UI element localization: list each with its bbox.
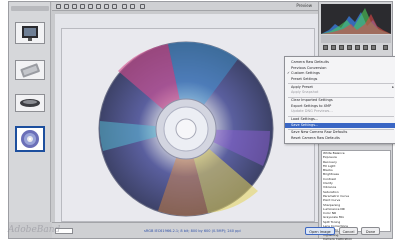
rotate-left-icon[interactable]	[122, 4, 127, 9]
menu-item[interactable]: Save Settings...	[285, 122, 395, 128]
menu-item-label: Load Settings...	[291, 117, 319, 121]
color-sampler-icon[interactable]	[80, 4, 85, 9]
settings-menu-icon[interactable]	[383, 45, 388, 50]
hand-icon[interactable]	[64, 4, 69, 9]
image-canvas[interactable]	[55, 14, 318, 222]
histogram	[321, 4, 391, 34]
split-toning-tab-icon[interactable]	[355, 45, 360, 50]
menu-item-label: Clear Imported Settings	[291, 98, 333, 102]
menu-item-label: Previous Conversion	[291, 65, 327, 70]
workflow-options-link[interactable]: sRGB IEC61966-2.1; 8 bit; 800 by 600 (0.…	[144, 229, 241, 233]
camera-raw-window: Preview White Balance Exposure Recovery …	[0, 0, 395, 244]
settings-popup-menu: Camera Raw Defaults Previous Conversion ✓ C…	[284, 56, 395, 144]
retouch-icon[interactable]	[104, 4, 109, 9]
settings-list[interactable]: White Balance Exposure Recovery Fill Light B…	[321, 150, 391, 241]
menu-item-label: Apply Snapshot	[291, 90, 319, 95]
preferences-icon[interactable]	[140, 4, 145, 9]
detail-tab-icon[interactable]	[339, 45, 344, 50]
menu-item-label: Apply Preset	[291, 84, 313, 89]
menu-item-label: Preset Settings	[291, 76, 318, 81]
cd-disc-image	[98, 41, 274, 217]
menu-item[interactable]: Save New Camera Raw Defaults	[285, 130, 395, 135]
red-eye-icon[interactable]	[112, 4, 117, 9]
settings-list-item[interactable]: Camera Calibration	[322, 237, 390, 241]
menu-item[interactable]: Export Settings to XMP	[285, 104, 395, 109]
menu-item[interactable]: Reset Camera Raw Defaults	[285, 136, 395, 141]
menu-item-label: Save New Camera Raw Defaults	[291, 130, 348, 135]
cancel-button[interactable]: Cancel	[339, 227, 358, 235]
menu-item[interactable]: Camera Raw Defaults	[285, 60, 395, 65]
menu-item-label: Update DNG Previews...	[291, 109, 333, 114]
tone-curve-tab-icon[interactable]	[331, 45, 336, 50]
hsl-tab-icon[interactable]	[347, 45, 352, 50]
menu-item[interactable]: Previous Conversion	[285, 66, 395, 71]
open-image-button[interactable]: Open Image	[305, 227, 335, 235]
rotate-right-icon[interactable]	[130, 4, 135, 9]
menu-item[interactable]: Update DNG Previews...	[285, 109, 395, 114]
menu-item-label: Export Settings to XMP	[291, 103, 332, 108]
rgb-readout	[321, 35, 391, 43]
lens-tab-icon[interactable]	[363, 45, 368, 50]
menu-item-label: Custom Settings	[291, 71, 320, 76]
menu-item[interactable]: Load Settings...	[285, 117, 395, 122]
filmstrip-thumb-cd-selected[interactable]	[15, 126, 45, 152]
filmstrip-thumb-drive[interactable]	[15, 60, 45, 80]
menu-item-label: Camera Raw Defaults	[291, 60, 329, 64]
menu-item[interactable]: Clear Imported Settings	[285, 98, 395, 103]
filmstrip-thumb-device[interactable]	[15, 94, 45, 112]
straighten-icon[interactable]	[96, 4, 101, 9]
filmstrip	[9, 2, 51, 222]
tool-toolbar: Preview	[52, 2, 318, 11]
menu-item-label: Reset Camera Raw Defaults	[291, 136, 340, 140]
panel-tabs	[321, 44, 391, 52]
menu-item[interactable]: Apply Preset ▸	[285, 85, 395, 90]
submenu-arrow-icon: ▸	[392, 84, 394, 89]
filmstrip-thumb-monitor[interactable]	[15, 22, 45, 44]
menu-item[interactable]: ✓ Custom Settings	[285, 71, 395, 76]
watermark: AdobeBand	[8, 225, 61, 235]
basic-tab-icon[interactable]	[323, 45, 328, 50]
white-balance-icon[interactable]	[72, 4, 77, 9]
crop-icon[interactable]	[88, 4, 93, 9]
preview-label: Preview	[296, 3, 312, 8]
filmstrip-select-all-button[interactable]	[11, 6, 49, 11]
done-button[interactable]: Done	[361, 227, 380, 235]
checkmark-icon: ✓	[287, 71, 290, 76]
menu-item[interactable]: Apply Snapshot	[285, 90, 395, 95]
bottom-bar: sRGB IEC61966-2.1; 8 bit; 800 by 600 (0.…	[52, 222, 380, 238]
menu-item[interactable]: Preset Settings	[285, 77, 395, 82]
calibration-tab-icon[interactable]	[371, 45, 376, 50]
zoom-icon[interactable]	[56, 4, 61, 9]
menu-item-label: Save Settings...	[291, 122, 319, 127]
